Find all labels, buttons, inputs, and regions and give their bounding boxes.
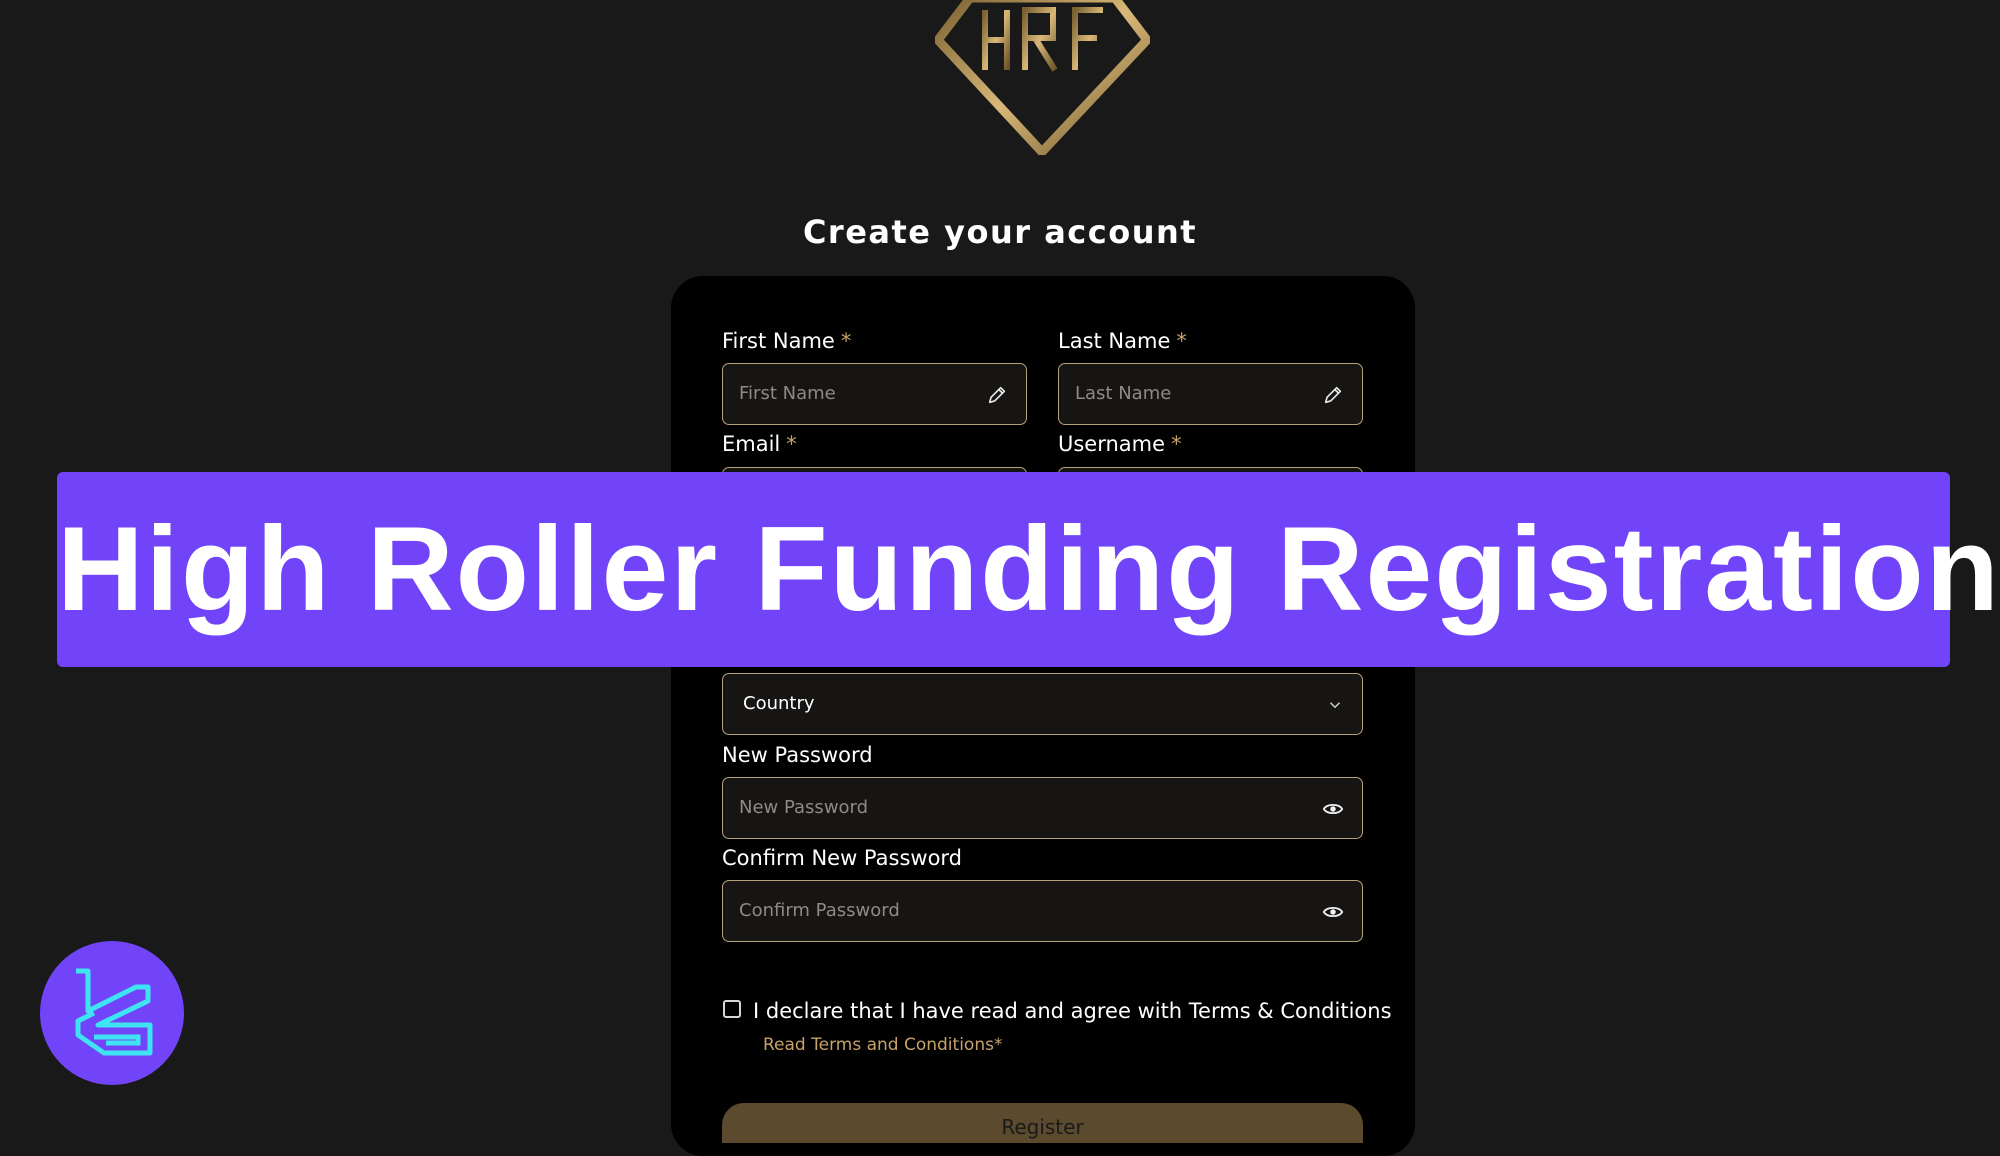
email-label-text: Email [722, 432, 781, 456]
country-select[interactable]: Country [722, 673, 1363, 735]
username-label-text: Username [1058, 432, 1166, 456]
first-name-label: First Name * [722, 329, 851, 353]
first-name-input[interactable]: First Name [722, 363, 1027, 425]
required-mark: * [840, 329, 852, 353]
terms-checkbox[interactable] [723, 1000, 741, 1018]
last-name-input[interactable]: Last Name [1058, 363, 1363, 425]
first-name-placeholder: First Name [739, 383, 836, 404]
register-button-label: Register [1001, 1115, 1084, 1139]
email-label: Email * [722, 432, 797, 456]
terms-declaration: I declare that I have read and agree wit… [753, 999, 1392, 1023]
read-terms-link[interactable]: Read Terms and Conditions* [763, 1035, 1002, 1055]
brand-badge [40, 941, 184, 1085]
required-mark: * [1171, 432, 1182, 456]
new-password-input[interactable]: New Password [722, 777, 1363, 839]
hrf-logo [935, 0, 1150, 155]
pencil-icon [1324, 386, 1342, 404]
required-mark: * [786, 432, 797, 456]
confirm-password-label: Confirm New Password [722, 846, 963, 870]
title-banner: High Roller Funding Registration [57, 472, 2000, 667]
last-name-label-text: Last Name [1058, 329, 1171, 353]
chevron-down-icon [1329, 702, 1341, 709]
new-password-placeholder: New Password [739, 797, 869, 818]
required-mark: * [1176, 329, 1187, 353]
new-password-label: New Password [722, 743, 873, 767]
eye-icon[interactable] [1322, 798, 1344, 820]
register-button[interactable]: Register [722, 1103, 1363, 1143]
pencil-icon [988, 386, 1006, 404]
confirm-password-input[interactable]: Confirm Password [722, 880, 1363, 942]
country-select-value: Country [743, 693, 815, 714]
last-name-placeholder: Last Name [1075, 383, 1172, 404]
brand-logo-icon [75, 968, 153, 1056]
confirm-password-placeholder: Confirm Password [739, 900, 900, 921]
banner-title: High Roller Funding Registration [57, 502, 2000, 636]
eye-icon[interactable] [1322, 901, 1344, 923]
username-label: Username * [1058, 432, 1182, 456]
page-title: Create your account [802, 213, 1198, 251]
first-name-label-text: First Name [722, 329, 835, 353]
last-name-label: Last Name * [1058, 329, 1187, 353]
